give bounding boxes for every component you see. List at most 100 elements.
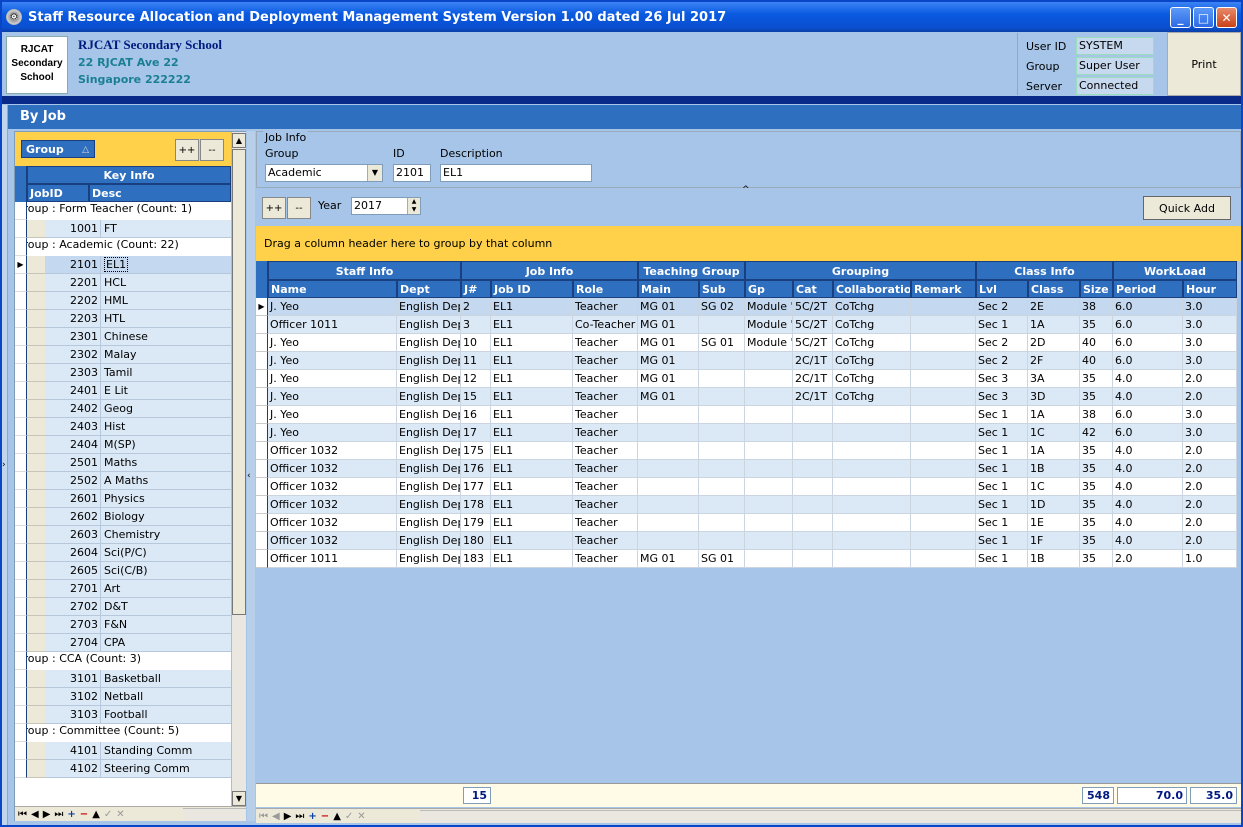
job-list-item[interactable]: 3101 Basketball	[15, 670, 231, 688]
job-list-item[interactable]: 2401 E Lit	[15, 382, 231, 400]
group-chip[interactable]: Group △	[21, 140, 95, 158]
table-row[interactable]: Officer 1032 English Dep 176 EL1 Teacher Sec …	[256, 460, 1237, 478]
job-list-item[interactable]: 2302 Malay	[15, 346, 231, 364]
next-record-icon[interactable]: ▶	[43, 809, 51, 820]
first-record-icon[interactable]: ⏮	[259, 811, 268, 822]
column-header[interactable]: Name	[268, 280, 397, 298]
col-header-jobid[interactable]: JobID	[27, 184, 89, 202]
column-header[interactable]: Lvl	[976, 280, 1028, 298]
table-row[interactable]: Officer 1032 English Dep 175 EL1 Teacher Sec …	[256, 442, 1237, 460]
column-header[interactable]: Period	[1113, 280, 1183, 298]
job-list-item[interactable]: 2701 Art	[15, 580, 231, 598]
left-horizontal-scrollbar[interactable]	[182, 807, 246, 821]
job-list-item[interactable]: 1001 FT	[15, 220, 231, 238]
job-list-item[interactable]: 2202 HML	[15, 292, 231, 310]
collapse-all-button[interactable]: --	[200, 139, 224, 161]
first-record-icon[interactable]: ⏮	[18, 809, 27, 820]
job-list-item[interactable]: 2404 M(SP)	[15, 436, 231, 454]
job-list-item[interactable]: 2605 Sci(C/B)	[15, 562, 231, 580]
job-list-item[interactable]: 2501 Maths	[15, 454, 231, 472]
table-row[interactable]: Officer 1032 English Dep 180 EL1 Teacher Sec …	[256, 532, 1237, 550]
close-button[interactable]: ✕	[1216, 7, 1237, 28]
job-list-item[interactable]: 2604 Sci(P/C)	[15, 544, 231, 562]
minimize-button[interactable]: _	[1170, 7, 1191, 28]
job-list-item[interactable]: ▶ 2101 EL1	[15, 256, 231, 274]
table-row[interactable]: Officer 1011 English Dep 183 EL1 Teacher MG 0…	[256, 550, 1237, 568]
table-row[interactable]: Officer 1032 English Dep 179 EL1 Teacher Sec …	[256, 514, 1237, 532]
table-row[interactable]: J. Yeo English Dep 17 EL1 Teacher Sec 1 1C 42 6.…	[256, 424, 1237, 442]
table-row[interactable]: J. Yeo English Dep 12 EL1 Teacher MG 01 2C/1T C…	[256, 370, 1237, 388]
grid-horizontal-scrollbar[interactable]	[419, 809, 1241, 823]
last-record-icon[interactable]: ⏭	[54, 809, 63, 820]
post-record-icon[interactable]: ✓	[345, 811, 353, 822]
job-list-item[interactable]: 2201 HCL	[15, 274, 231, 292]
job-list-item[interactable]: 2602 Biology	[15, 508, 231, 526]
job-list-item[interactable]: 3102 Netball	[15, 688, 231, 706]
group-select[interactable]: Academic ▼	[265, 164, 383, 182]
job-list-item[interactable]: 3103 Football	[15, 706, 231, 724]
id-field[interactable]: 2101	[393, 164, 431, 182]
table-row[interactable]: ▶ J. Yeo English Dep 2 EL1 Teacher MG 01 SG 02 M…	[256, 298, 1237, 316]
year-spinner[interactable]: 2017 ▲ ▼	[351, 197, 421, 215]
edit-record-icon[interactable]: ▲	[333, 811, 341, 822]
column-header[interactable]: Cat	[793, 280, 833, 298]
scroll-up-icon[interactable]: ▲	[232, 133, 246, 148]
delete-record-icon[interactable]: −	[321, 811, 329, 822]
maximize-button[interactable]: □	[1193, 7, 1214, 28]
delete-record-icon[interactable]: −	[80, 809, 88, 820]
spin-icon[interactable]: ▲ ▼	[407, 198, 420, 214]
table-row[interactable]: Officer 1032 English Dep 178 EL1 Teacher Sec …	[256, 496, 1237, 514]
column-header[interactable]: Size	[1080, 280, 1113, 298]
app-gear-icon[interactable]: ⚙	[6, 9, 22, 25]
job-list-item[interactable]: 2601 Physics	[15, 490, 231, 508]
job-list-item[interactable]: 2702 D&T	[15, 598, 231, 616]
side-collapse-tab[interactable]: ›	[2, 105, 8, 825]
detail-expand-button[interactable]: ++	[262, 197, 286, 219]
table-row[interactable]: J. Yeo English Dep 16 EL1 Teacher Sec 1 1A 38 6.…	[256, 406, 1237, 424]
job-list-item[interactable]: 2502 A Maths	[15, 472, 231, 490]
add-record-icon[interactable]: +	[67, 809, 75, 820]
left-vertical-scrollbar[interactable]: ▲ ▼	[231, 132, 246, 806]
group-row[interactable]: Group : Form Teacher (Count: 1)−	[15, 202, 231, 228]
column-header[interactable]: J#	[461, 280, 491, 298]
edit-record-icon[interactable]: ▲	[92, 809, 100, 820]
job-list-item[interactable]: 2402 Geog	[15, 400, 231, 418]
column-header[interactable]: Job ID	[491, 280, 573, 298]
job-list-item[interactable]: 2703 F&N	[15, 616, 231, 634]
description-field[interactable]: EL1	[440, 164, 592, 182]
column-header[interactable]: Hour	[1183, 280, 1237, 298]
column-header[interactable]: Sub	[699, 280, 745, 298]
column-header[interactable]: Class	[1028, 280, 1080, 298]
column-header[interactable]: Role	[573, 280, 638, 298]
job-list-item[interactable]: 4101 Standing Comm	[15, 742, 231, 760]
post-record-icon[interactable]: ✓	[104, 809, 112, 820]
job-list-item[interactable]: 2203 HTL	[15, 310, 231, 328]
job-list-item[interactable]: 2301 Chinese	[15, 328, 231, 346]
job-list-item[interactable]: 2704 CPA	[15, 634, 231, 652]
table-row[interactable]: Officer 1011 English Dep 3 EL1 Co-Teacher MG …	[256, 316, 1237, 334]
cancel-record-icon[interactable]: ✕	[357, 811, 365, 822]
table-row[interactable]: Officer 1032 English Dep 177 EL1 Teacher Sec …	[256, 478, 1237, 496]
cancel-record-icon[interactable]: ✕	[116, 809, 124, 820]
prev-record-icon[interactable]: ◀	[31, 809, 39, 820]
group-row[interactable]: Group : Committee (Count: 5)−	[15, 724, 231, 750]
quick-add-button[interactable]: Quick Add	[1143, 196, 1231, 220]
col-header-desc[interactable]: Desc	[89, 184, 231, 202]
job-list-item[interactable]: 2603 Chemistry	[15, 526, 231, 544]
scroll-down-icon[interactable]: ▼	[232, 791, 246, 806]
job-list-item[interactable]: 2303 Tamil	[15, 364, 231, 382]
group-by-drop-area[interactable]: Drag a column header here to group by th…	[256, 226, 1241, 261]
table-row[interactable]: J. Yeo English Dep 10 EL1 Teacher MG 01 SG 01 M…	[256, 334, 1237, 352]
next-record-icon[interactable]: ▶	[284, 811, 292, 822]
add-record-icon[interactable]: +	[308, 811, 316, 822]
prev-record-icon[interactable]: ◀	[272, 811, 280, 822]
table-row[interactable]: J. Yeo English Dep 11 EL1 Teacher MG 01 2C/1T C…	[256, 352, 1237, 370]
table-row[interactable]: J. Yeo English Dep 15 EL1 Teacher MG 01 2C/1T C…	[256, 388, 1237, 406]
column-header[interactable]: Main	[638, 280, 699, 298]
expand-all-button[interactable]: ++	[175, 139, 199, 161]
scroll-thumb[interactable]	[232, 149, 246, 615]
print-button[interactable]: Print	[1167, 32, 1241, 96]
dropdown-arrow-icon[interactable]: ▼	[367, 165, 382, 181]
group-row[interactable]: Group : CCA (Count: 3)−	[15, 652, 231, 678]
column-header[interactable]: Dept	[397, 280, 461, 298]
